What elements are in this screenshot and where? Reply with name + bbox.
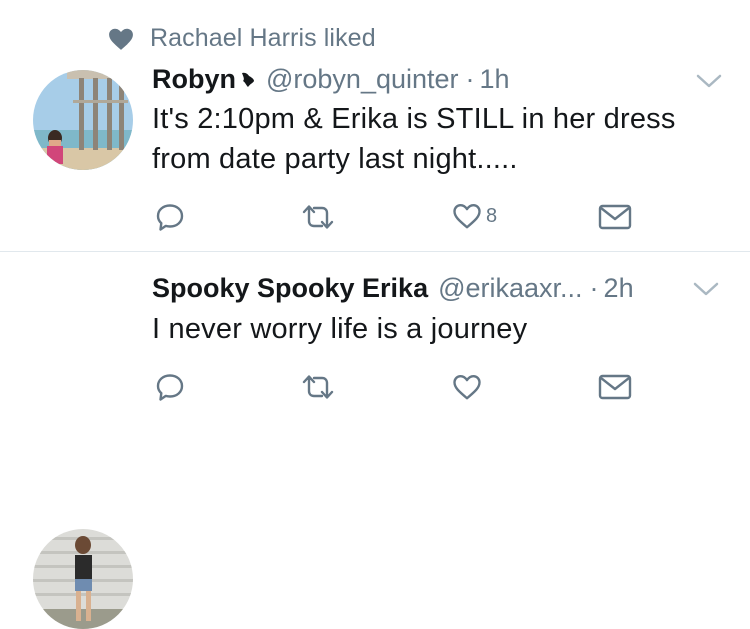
like-button[interactable]: 8 — [452, 202, 497, 230]
author-handle[interactable]: @erikaaxr... — [438, 273, 582, 304]
envelope-icon — [598, 204, 632, 230]
chevron-down-icon[interactable] — [693, 281, 719, 297]
tweet-timestamp[interactable]: 2h — [604, 273, 634, 304]
retweet-button[interactable] — [300, 372, 340, 402]
retweet-icon — [302, 205, 334, 229]
author-name[interactable]: Spooky Spooky Erika — [152, 273, 428, 304]
tweet-timestamp[interactable]: 1h — [480, 64, 510, 95]
like-count: 8 — [486, 204, 498, 227]
reply-icon — [156, 204, 184, 231]
social-context: Rachael Harris liked — [108, 24, 376, 53]
reply-icon — [156, 374, 184, 401]
separator-dot: · — [589, 273, 599, 303]
message-button[interactable] — [598, 374, 636, 400]
like-heart-icon — [453, 203, 481, 229]
message-button[interactable] — [598, 204, 636, 230]
avatar[interactable] — [33, 529, 133, 629]
tweet-text: I never worry life is a journey — [152, 313, 528, 345]
envelope-icon — [598, 374, 632, 400]
retweet-icon — [302, 375, 334, 399]
avatar-image — [33, 70, 133, 170]
social-context-text: Rachael Harris liked — [150, 24, 376, 52]
heart-emoji-icon — [242, 72, 254, 87]
like-button[interactable] — [452, 373, 486, 401]
tweet-1[interactable]: Rachael Harris liked Robyn @robyn_quinte… — [0, 0, 750, 251]
avatar-image — [33, 529, 133, 629]
reply-button[interactable] — [155, 202, 189, 232]
avatar[interactable] — [33, 70, 133, 170]
chevron-down-icon[interactable] — [696, 73, 722, 89]
tweet-header: Spooky Spooky Erika @erikaaxr... · 2h — [152, 273, 634, 304]
retweet-button[interactable] — [300, 202, 340, 232]
like-heart-icon — [453, 374, 481, 400]
tweet-header: Robyn @robyn_quinter · 1h — [152, 64, 510, 95]
tweet-2[interactable]: Spooky Spooky Erika @erikaaxr... · 2h I … — [0, 252, 750, 629]
reply-button[interactable] — [155, 372, 189, 402]
author-name[interactable]: Robyn — [152, 64, 236, 95]
author-handle[interactable]: @robyn_quinter — [266, 64, 459, 95]
heart-icon — [109, 28, 133, 50]
separator-dot: · — [465, 64, 475, 94]
tweet-text: It's 2:10pm & Erika is STILL in her dres… — [152, 103, 676, 175]
